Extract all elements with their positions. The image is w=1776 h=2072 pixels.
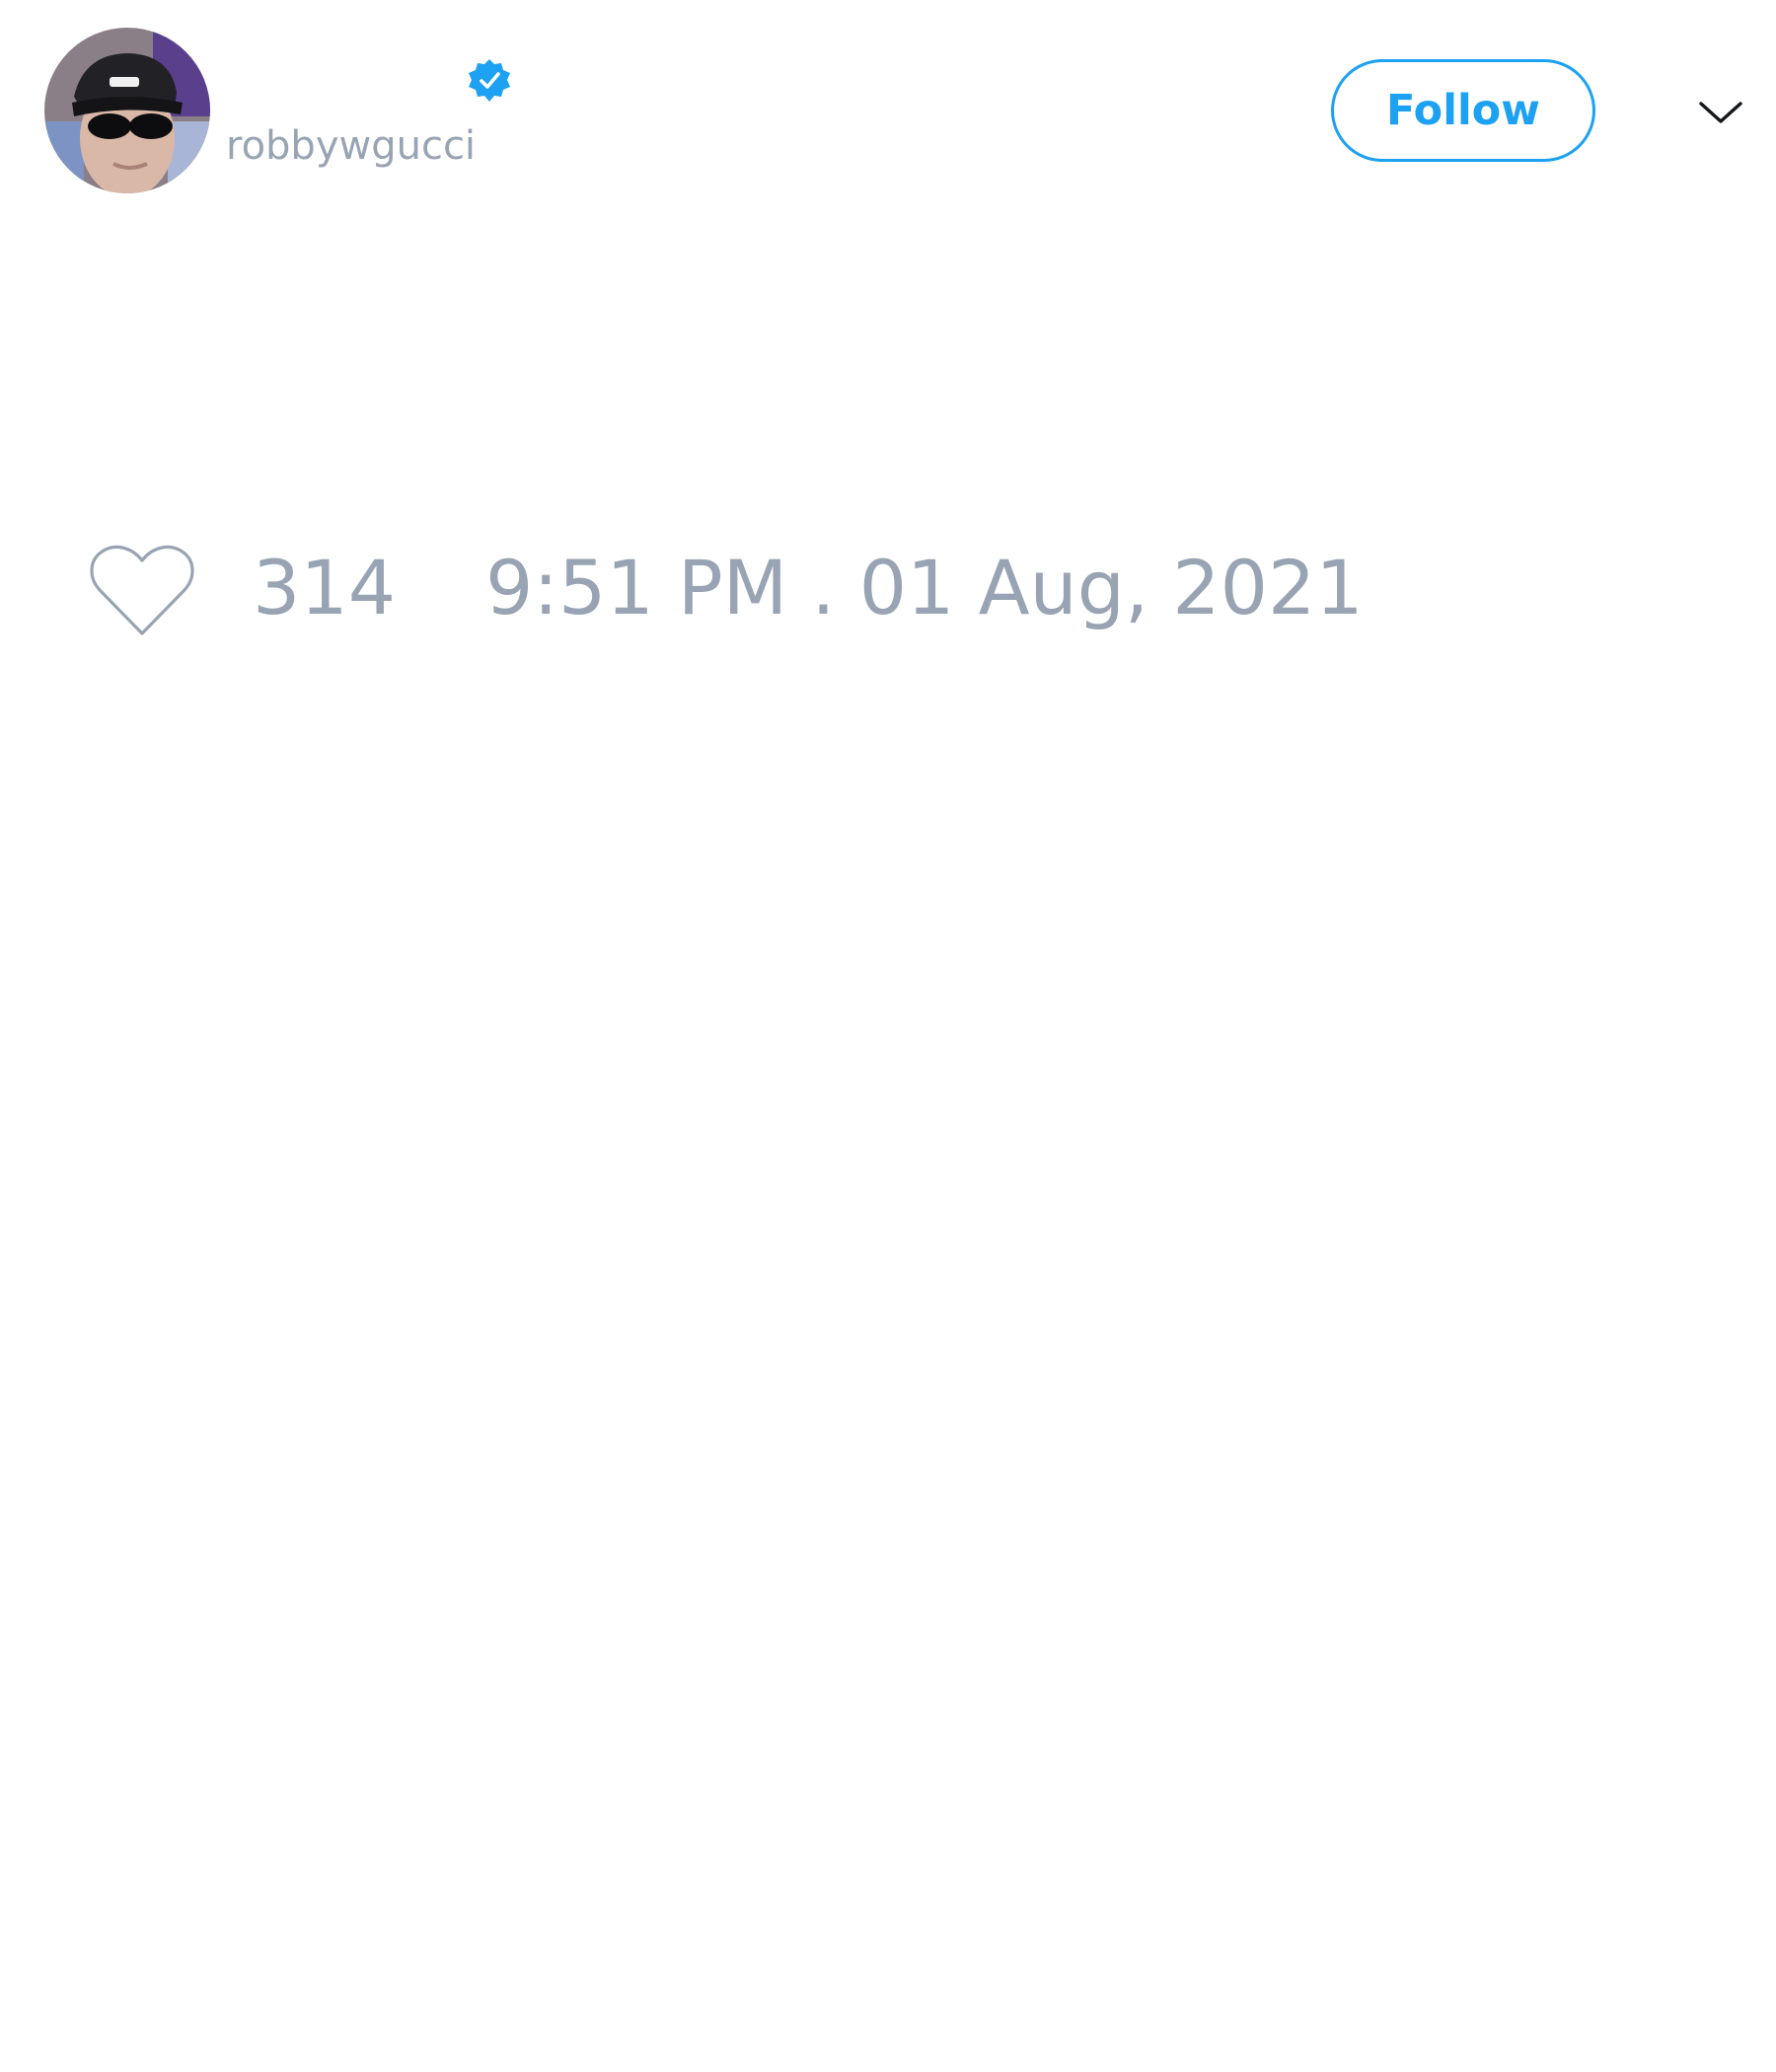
avatar-photo-icon xyxy=(44,28,210,193)
follow-button[interactable]: Follow xyxy=(1331,59,1595,162)
avatar[interactable] xyxy=(44,28,210,193)
tweet-timestamp[interactable]: 9:51 PM . 01 Aug, 2021 xyxy=(485,541,1364,635)
more-options-button[interactable] xyxy=(1693,85,1748,140)
tweet-stats-row: 314 9:51 PM . 01 Aug, 2021 xyxy=(0,541,1776,639)
like-count: 314 xyxy=(253,544,397,631)
user-handle[interactable]: robbywgucci xyxy=(226,126,476,166)
tweet-card: robbywgucci Follow 314 9:51 PM . 01 Aug,… xyxy=(0,0,1776,2072)
like-button[interactable] xyxy=(87,545,197,639)
verified-badge-icon xyxy=(466,57,513,105)
heart-outline-icon xyxy=(90,545,194,635)
chevron-down-icon xyxy=(1699,102,1742,123)
